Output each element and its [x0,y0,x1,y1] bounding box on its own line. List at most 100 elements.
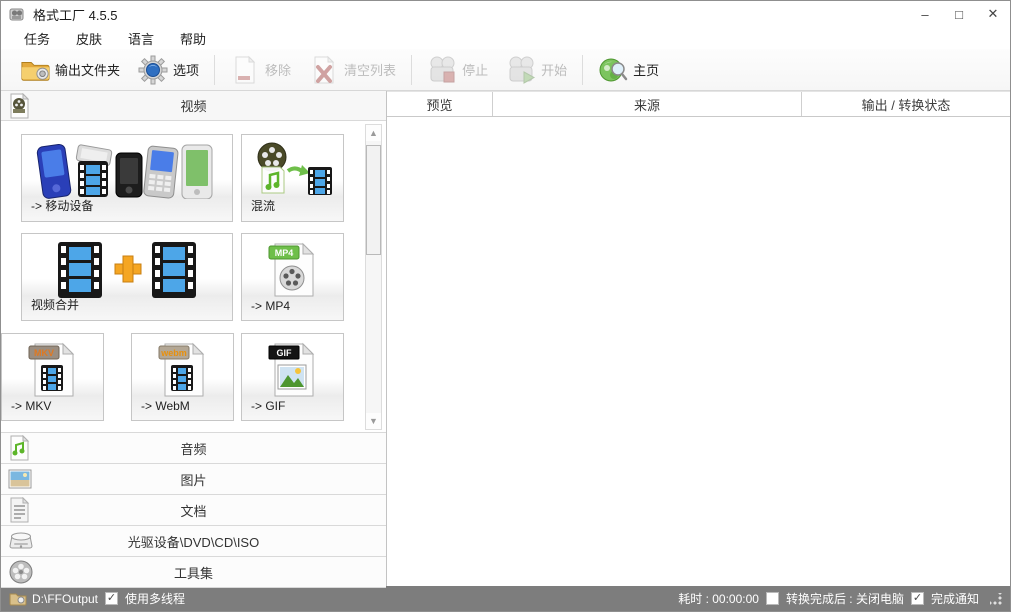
shutdown-label: 转换完成后 : 关闭电脑 [786,590,904,607]
titlebar: 格式工厂 4.5.5 – □ ✕ [1,1,1010,27]
item-to-webm-label: -> WebM [141,399,190,413]
scroll-down-button[interactable]: ▼ [366,413,381,429]
item-to-mkv-label: -> MKV [11,399,51,413]
toolbar-separator [411,55,412,85]
toolbar-separator [214,55,215,85]
section-picture[interactable]: 图片 [1,464,386,495]
webm-tag-text: webm [160,348,187,358]
column-header-preview[interactable]: 预览 [387,92,493,116]
output-folder-icon [20,55,50,85]
section-toolkit-label: 工具集 [174,563,213,582]
category-sidebar: 视频 [1,91,387,586]
clear-list-label: 清空列表 [344,60,396,79]
remove-label: 移除 [265,60,291,79]
multithread-checkbox[interactable] [105,592,118,605]
video-items-panel: -> 移动设备 [1,121,386,433]
app-window: 格式工厂 4.5.5 – □ ✕ 任务 皮肤 语言 帮助 输出文件夹 [0,0,1011,612]
app-logo-icon [9,6,26,23]
document-section-icon [8,497,30,523]
statusbar: D:\FFOutput 使用多线程 耗时 : 00:00:00 转换完成后 : … [1,586,1010,611]
gif-file-icon: GIF [265,340,321,400]
stop-button[interactable]: 停止 [418,52,497,88]
clear-list-icon [309,55,339,85]
home-label: 主页 [633,60,659,79]
output-folder-button[interactable]: 输出文件夹 [11,52,129,88]
multithread-label: 使用多线程 [125,590,185,607]
output-path-group[interactable]: D:\FFOutput [9,591,98,606]
mp4-tag-text: MP4 [274,248,293,258]
start-button[interactable]: 开始 [497,52,576,88]
column-header-status[interactable]: 输出 / 转换状态 [802,92,1010,116]
item-mux[interactable]: 混流 [241,134,344,222]
menu-help[interactable]: 帮助 [167,27,219,50]
item-to-mkv[interactable]: MKV -> MKV [1,333,104,421]
start-icon [506,55,536,85]
statusbar-folder-icon [9,591,27,606]
disc-drive-section-icon [8,528,34,554]
webm-file-icon: webm [155,340,211,400]
section-document[interactable]: 文档 [1,495,386,526]
column-header-source[interactable]: 来源 [493,92,802,116]
mkv-tag-text: MKV [34,348,54,358]
section-audio[interactable]: 音频 [1,433,386,464]
maximize-button[interactable]: □ [942,1,976,27]
audio-section-icon [8,435,30,461]
menu-task[interactable]: 任务 [11,27,63,50]
menu-language[interactable]: 语言 [115,27,167,50]
task-list-header: 预览 来源 输出 / 转换状态 [387,91,1010,117]
item-mux-label: 混流 [251,197,275,214]
close-button[interactable]: ✕ [976,1,1010,27]
options-button[interactable]: 选项 [129,52,208,88]
video-panel-scrollbar[interactable]: ▲ ▼ [365,124,382,430]
home-button[interactable]: 主页 [589,52,668,88]
section-optical-disc[interactable]: 光驱设备\DVD\CD\ISO [1,526,386,557]
window-title: 格式工厂 4.5.5 [33,5,118,24]
mobile-devices-icon [32,141,222,199]
item-video-join[interactable]: 视频合并 [21,233,233,321]
picture-section-icon [8,466,32,492]
scrollbar-track[interactable] [366,141,381,413]
item-mobile-devices[interactable]: -> 移动设备 [21,134,233,222]
remove-icon [230,55,260,85]
notify-label: 完成通知 [931,590,979,607]
item-video-join-label: 视频合并 [31,296,79,313]
options-gear-icon [138,55,168,85]
menu-skin[interactable]: 皮肤 [63,27,115,50]
start-label: 开始 [541,60,567,79]
item-to-webm[interactable]: webm -> WebM [131,333,234,421]
scrollbar-thumb[interactable] [366,145,381,255]
elapsed-time-text: 耗时 : 00:00:00 [678,590,759,607]
shutdown-checkbox[interactable] [766,592,779,605]
section-picture-label: 图片 [180,470,206,489]
options-label: 选项 [173,60,199,79]
section-optical-disc-label: 光驱设备\DVD\CD\ISO [128,532,259,551]
toolkit-section-icon [8,559,34,585]
section-video[interactable]: 视频 [1,91,386,121]
remove-button[interactable]: 移除 [221,52,300,88]
clear-list-button[interactable]: 清空列表 [300,52,405,88]
output-path-text: D:\FFOutput [32,592,98,606]
section-document-label: 文档 [180,501,206,520]
mux-icon [250,141,336,199]
toolbar: 输出文件夹 选项 移除 [1,49,1010,91]
home-globe-icon [598,55,628,85]
minimize-button[interactable]: – [908,1,942,27]
item-to-gif-label: -> GIF [251,399,285,413]
task-list-body[interactable] [387,117,1010,586]
mp4-file-icon: MP4 [265,240,321,300]
video-join-icon [52,240,202,300]
scroll-up-button[interactable]: ▲ [366,125,381,141]
section-toolkit[interactable]: 工具集 [1,557,386,588]
notify-checkbox[interactable] [911,592,924,605]
resize-grip[interactable] [990,593,1002,605]
task-list-panel: 预览 来源 输出 / 转换状态 [387,91,1010,586]
section-audio-label: 音频 [180,439,206,458]
stop-label: 停止 [462,60,488,79]
item-mobile-devices-label: -> 移动设备 [31,197,93,214]
menubar: 任务 皮肤 语言 帮助 [1,27,1010,49]
mkv-file-icon: MKV [25,340,81,400]
output-folder-label: 输出文件夹 [55,60,120,79]
item-to-mp4[interactable]: MP4 -> MP4 [241,233,344,321]
item-to-gif[interactable]: GIF -> GIF [241,333,344,421]
toolbar-separator [582,55,583,85]
